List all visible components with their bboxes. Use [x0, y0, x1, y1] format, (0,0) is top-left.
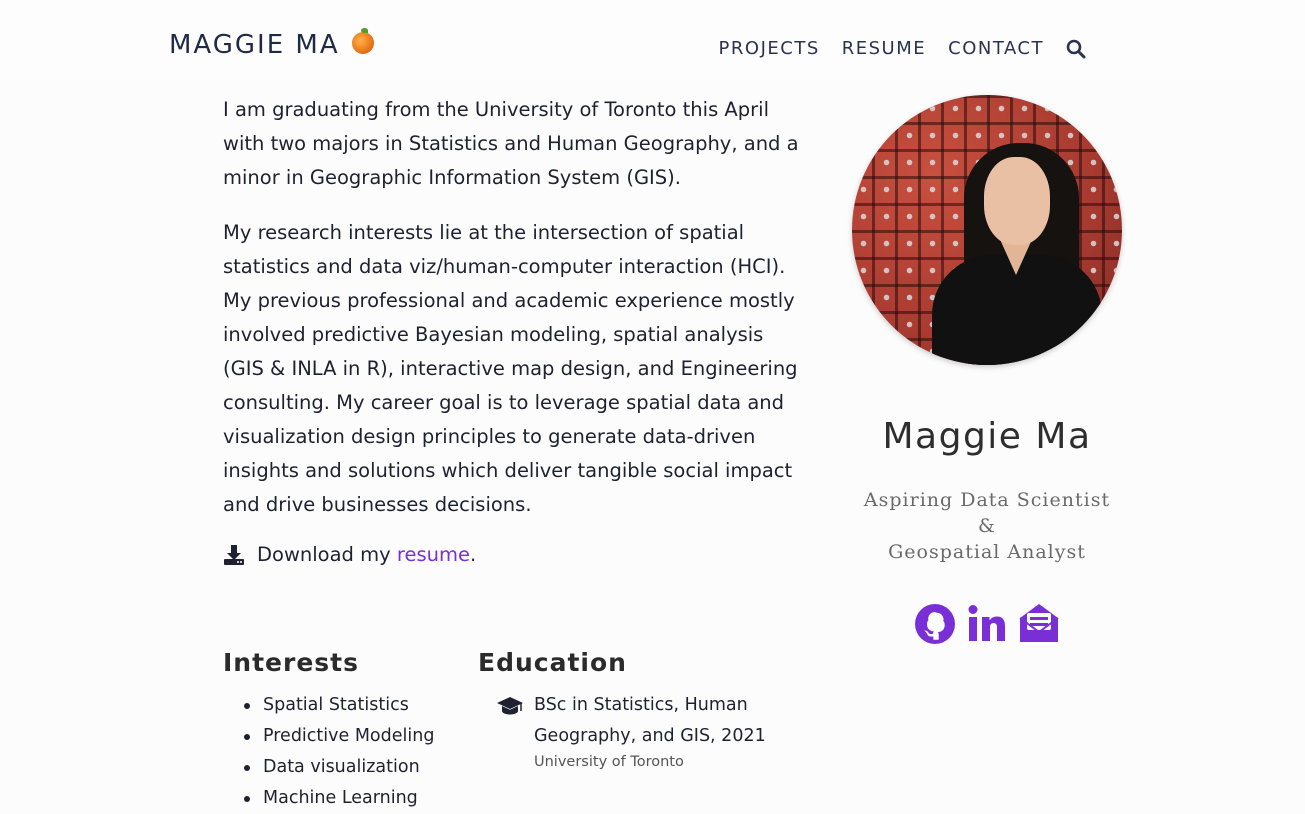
download-suffix: .: [469, 543, 477, 566]
nav-resume[interactable]: RESUME: [842, 38, 926, 59]
list-item: Spatial Statistics: [223, 690, 434, 721]
tagline-line-1: Aspiring Data Scientist &: [863, 489, 1111, 537]
nav-links: PROJECTS RESUME CONTACT: [719, 38, 1086, 59]
about-section: I am graduating from the University of T…: [223, 93, 808, 566]
list-item: Predictive Modeling: [223, 721, 434, 752]
interests-block: Interests Spatial Statistics Predictive …: [223, 648, 434, 814]
site-brand[interactable]: MAGGIE MA: [169, 28, 374, 60]
nav-projects[interactable]: PROJECTS: [719, 38, 820, 59]
about-paragraph-1: I am graduating from the University of T…: [223, 98, 799, 189]
profile-card: Maggie Ma Aspiring Data Scientist & Geos…: [852, 95, 1122, 645]
education-degree: BSc in Statistics, Human Geography, and …: [534, 695, 766, 746]
education-title: Education: [478, 648, 627, 677]
avatar: [852, 95, 1122, 365]
education-school: University of Toronto: [534, 754, 684, 770]
interests-title: Interests: [223, 648, 360, 677]
list-item: Data visualization: [223, 752, 434, 783]
linkedin-icon[interactable]: [966, 603, 1008, 645]
graduation-cap-icon: [497, 697, 523, 715]
download-icon: [224, 544, 244, 565]
brand-title[interactable]: MAGGIE MA: [169, 30, 340, 60]
download-prefix: Download my: [257, 543, 391, 566]
profile-tagline: Aspiring Data Scientist & Geospatial Ana…: [852, 487, 1122, 565]
download-resume: Download my resume.: [223, 543, 808, 566]
search-icon[interactable]: [1066, 39, 1086, 59]
resume-link[interactable]: resume: [397, 543, 470, 566]
social-links: [852, 603, 1122, 645]
list-item: Machine Learning: [223, 783, 434, 814]
nav-contact[interactable]: CONTACT: [948, 38, 1044, 59]
email-icon[interactable]: [1018, 603, 1060, 645]
orange-icon: [351, 28, 374, 54]
about-paragraph-2: My research interests lie at the interse…: [223, 221, 798, 516]
interests-list: Spatial Statistics Predictive Modeling D…: [223, 690, 434, 814]
profile-name: Maggie Ma: [882, 416, 1092, 457]
tagline-line-2: Geospatial Analyst: [888, 541, 1086, 563]
education-block: Education BSc in Statistics, Human Geogr…: [478, 648, 774, 770]
navbar: MAGGIE MA PROJECTS RESUME CONTACT: [0, 0, 1305, 80]
github-icon[interactable]: [914, 603, 956, 645]
education-item: BSc in Statistics, Human Geography, and …: [478, 690, 774, 770]
